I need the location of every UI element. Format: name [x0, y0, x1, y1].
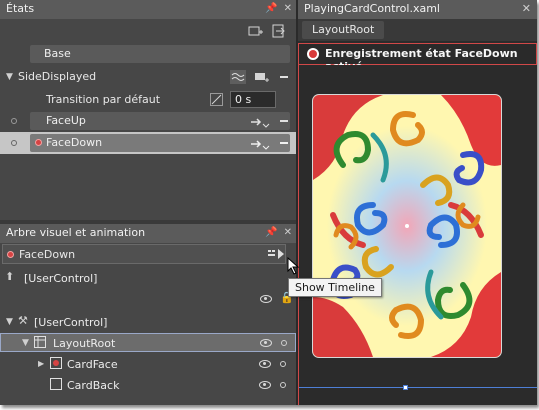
grid-icon	[34, 336, 46, 351]
left-panels: États 📌 ✕ Base ▼ SideDisplayed Transitio…	[0, 0, 296, 405]
eye-icon[interactable]	[260, 295, 272, 303]
usercontrol-icon: ⚒	[18, 314, 28, 327]
states-panel-title: États	[6, 2, 35, 15]
tree-row-layoutroot[interactable]: ▼ LayoutRoot	[0, 333, 296, 352]
expand-arrow-icon[interactable]: ▼	[6, 316, 13, 328]
state-group-name: SideDisplayed	[18, 70, 97, 83]
states-empty-area	[0, 154, 296, 220]
state-group-row[interactable]: ▼ SideDisplayed	[0, 66, 296, 88]
tree-item-label: CardBack	[67, 379, 120, 392]
tree-panel-title: Arbre visuel et animation	[6, 226, 146, 239]
eye-icon[interactable]	[260, 339, 272, 347]
state-indicator-dot	[11, 118, 17, 124]
close-icon[interactable]: ✕	[284, 227, 292, 238]
breadcrumb[interactable]: LayoutRoot	[302, 21, 385, 39]
states-panel-tab[interactable]: États 📌 ✕	[0, 0, 296, 19]
eye-icon[interactable]	[259, 360, 271, 368]
mouse-cursor-icon	[287, 256, 301, 275]
lock-toggle-circle[interactable]	[280, 361, 286, 367]
tree-item-label: [UserControl]	[24, 272, 98, 285]
document-area: PlayingCardControl.xaml ✕ LayoutRoot Enr…	[298, 0, 537, 405]
states-toolbar	[0, 19, 296, 43]
state-row-facedown[interactable]: FaceDown	[0, 132, 296, 154]
eye-icon[interactable]	[259, 381, 271, 389]
tree-row-cardface[interactable]: ▶ CardFace	[0, 354, 296, 374]
add-group-icon[interactable]	[272, 24, 288, 38]
tree-item-label: CardFace	[67, 358, 118, 371]
expand-arrow-icon[interactable]: ▼	[6, 71, 13, 83]
app-window: États 📌 ✕ Base ▼ SideDisplayed Transitio…	[0, 0, 537, 405]
add-state-icon[interactable]	[248, 24, 264, 38]
state-indicator-dot	[11, 140, 17, 146]
lock-toggle-circle[interactable]	[280, 382, 286, 388]
breadcrumb-bar: LayoutRoot	[298, 19, 537, 41]
close-icon[interactable]: ✕	[284, 3, 292, 14]
tree-item-label: [UserControl]	[34, 316, 108, 329]
resize-handle[interactable]	[403, 385, 408, 390]
add-transition-icon[interactable]	[254, 70, 270, 84]
tooltip-text: Show Timeline	[295, 281, 375, 294]
element-icon	[50, 378, 62, 393]
transition-duration-value: 0 s	[235, 93, 252, 106]
transition-easing-icon[interactable]	[210, 93, 223, 106]
card-face-image[interactable]	[313, 95, 501, 357]
lock-toggle-circle[interactable]	[281, 340, 287, 346]
artboard-boundary	[299, 387, 537, 388]
tree-row-cardback[interactable]: CardBack	[0, 375, 296, 395]
default-transition-row: Transition par défaut 0 s	[0, 88, 296, 110]
state-facedown-label: FaceDown	[46, 136, 103, 149]
base-state-label: Base	[44, 47, 71, 60]
timeline-name: FaceDown	[19, 248, 76, 261]
scope-up-icon[interactable]: ⬆	[5, 271, 14, 283]
document-tab[interactable]: PlayingCardControl.xaml ✕	[298, 0, 537, 19]
transition-icon[interactable]	[250, 115, 270, 129]
timeline-selector[interactable]: FaceDown	[2, 244, 286, 264]
state-faceup-label: FaceUp	[46, 114, 86, 127]
show-timeline-tooltip: Show Timeline	[288, 278, 382, 297]
expand-arrow-icon[interactable]: ▼	[22, 337, 29, 349]
timeline-bar: FaceDown	[0, 243, 296, 265]
base-state-row[interactable]: Base	[0, 43, 296, 65]
remove-icon[interactable]	[276, 70, 292, 84]
element-record-icon	[50, 357, 62, 372]
record-icon	[307, 48, 319, 60]
recording-status-bar: Enregistrement état FaceDown activé	[298, 43, 537, 73]
close-icon[interactable]: ✕	[522, 2, 531, 15]
tree-panel-tab[interactable]: Arbre visuel et animation 📌 ✕	[0, 224, 296, 243]
document-tab-title: PlayingCardControl.xaml	[304, 2, 440, 15]
transition-icon[interactable]	[250, 137, 270, 151]
base-state[interactable]: Base	[30, 45, 290, 63]
tree-header-row: 🔒	[0, 290, 296, 308]
state-row-faceup[interactable]: FaceUp	[0, 110, 296, 132]
remove-state-icon[interactable]	[276, 114, 292, 128]
pin-icon[interactable]: 📌	[265, 3, 277, 14]
tree-item-label: LayoutRoot	[53, 337, 116, 350]
remove-state-icon[interactable]	[276, 136, 292, 150]
design-canvas[interactable]	[298, 65, 537, 405]
record-icon	[35, 139, 42, 146]
show-timeline-icon[interactable]	[267, 247, 285, 261]
easing-icon[interactable]	[230, 70, 246, 84]
transition-duration-input[interactable]: 0 s	[230, 91, 276, 108]
expand-arrow-icon[interactable]: ▶	[38, 358, 44, 370]
pin-icon[interactable]: 📌	[265, 227, 277, 238]
default-transition-label: Transition par défaut	[46, 93, 161, 106]
tree-row-usercontrol[interactable]: ▼ ⚒ [UserControl]	[0, 312, 296, 332]
record-icon	[7, 251, 14, 258]
tree-row-usercontrol-scope[interactable]: ⬆ [UserControl]	[0, 268, 296, 288]
breadcrumb-label: LayoutRoot	[312, 23, 375, 36]
